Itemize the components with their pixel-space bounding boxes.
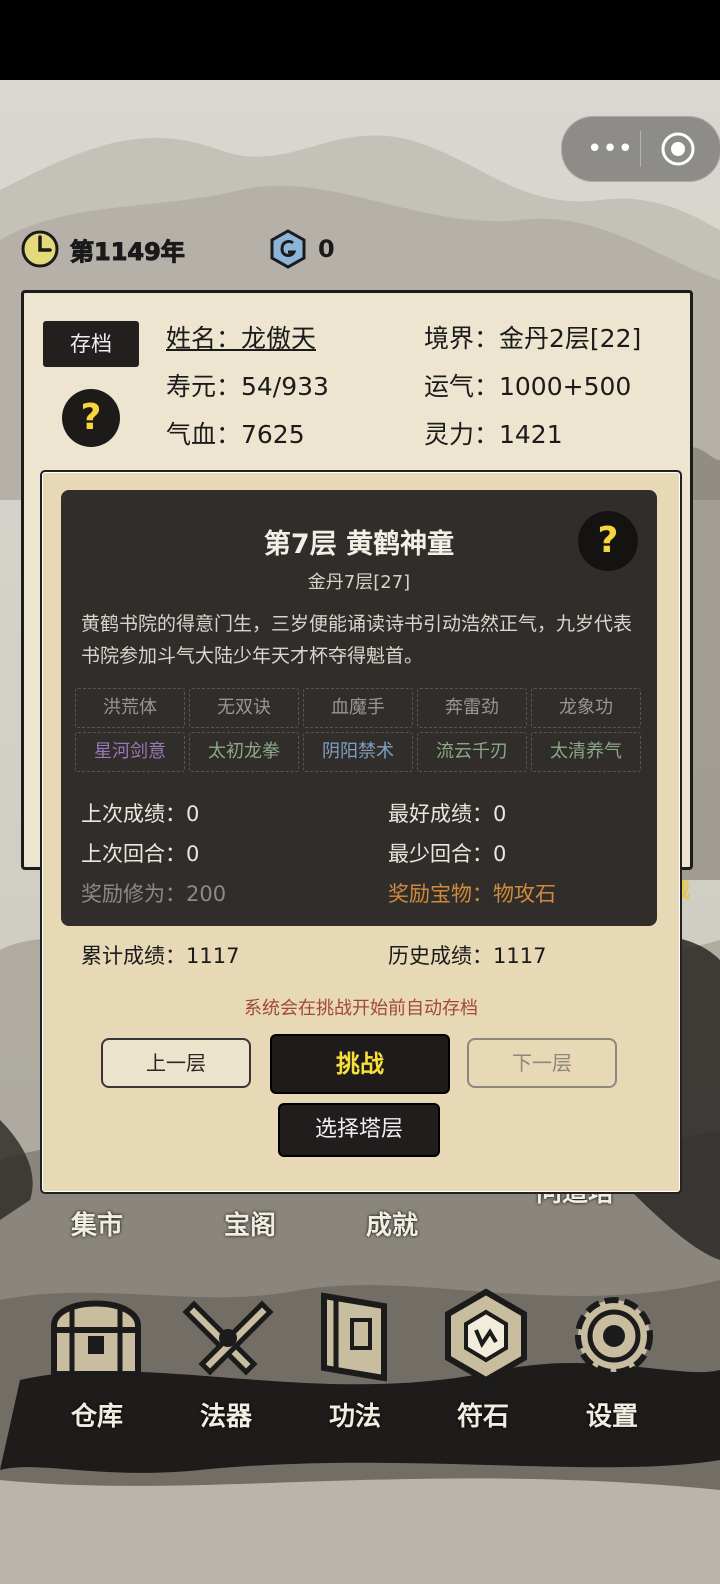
miniprogram-capsule: ••• — [561, 116, 720, 182]
floor-info-panel: 第7层 黄鹤神童 金丹7层[27] ? 黄鹤书院的得意门生，三岁便能诵读诗书引动… — [61, 490, 657, 926]
skill-tag[interactable]: 流云千刃 — [417, 732, 527, 772]
character-name[interactable]: 姓名：龙傲天 — [166, 319, 316, 355]
floor-title: 第7层 黄鹤神童 — [263, 529, 455, 560]
floor-description: 黄鹤书院的得意门生，三岁便能诵读诗书引动浩然正气，九岁代表书院参加斗气大陆少年天… — [81, 613, 633, 667]
nav-artifacts[interactable]: 法器 — [200, 1396, 252, 1433]
hp-stat: 气血：7625 — [166, 420, 305, 449]
save-button[interactable]: 存档 — [43, 321, 139, 367]
luck-stat: 运气：1000+500 — [424, 372, 632, 401]
settings-gear-icon[interactable] — [562, 1286, 666, 1386]
tower-challenge-dialog: 第7层 黄鹤神童 金丹7层[27] ? 黄鹤书院的得意门生，三岁便能诵读诗书引动… — [40, 470, 682, 1194]
reward-cultivation: 奖励修为：200 — [81, 882, 227, 906]
year-text: 第1149年 — [70, 237, 186, 266]
warehouse-chest-icon[interactable] — [44, 1286, 148, 1386]
skill-tag[interactable]: 阴阳禁术 — [303, 732, 413, 772]
close-miniprogram-icon[interactable] — [660, 131, 696, 167]
history-score: 历史成绩：1117 — [388, 944, 547, 968]
skill-tag[interactable]: 血魔手 — [303, 688, 413, 728]
last-score: 上次成绩：0 — [81, 802, 200, 826]
more-menu-button[interactable]: ••• — [582, 135, 638, 163]
challenge-button[interactable]: 挑战 — [270, 1034, 450, 1094]
clock-icon — [21, 230, 59, 268]
nav-market[interactable]: 集市 — [71, 1205, 123, 1242]
skill-tag[interactable]: 龙象功 — [531, 688, 641, 728]
artifact-swords-icon[interactable] — [176, 1286, 280, 1386]
last-rounds: 上次回合：0 — [81, 842, 200, 866]
skill-tag[interactable]: 太初龙拳 — [189, 732, 299, 772]
skill-tag[interactable]: 星河剑意 — [75, 732, 185, 772]
auto-save-notice: 系统会在挑战开始前自动存档 — [244, 998, 478, 1019]
capsule-divider — [640, 131, 641, 167]
skill-tag[interactable]: 太清养气 — [531, 732, 641, 772]
game-screen: ••• 第1149年 0 存档 ? 姓名：龙傲天 境界：金丹2层[22] 寿元：… — [0, 0, 720, 1584]
nav-techniques[interactable]: 功法 — [329, 1396, 381, 1433]
nav-achievements[interactable]: 成就 — [366, 1205, 418, 1242]
select-floor-button[interactable]: 选择塔层 — [278, 1103, 440, 1157]
nav-settings[interactable]: 设置 — [586, 1396, 638, 1433]
nav-warehouse[interactable]: 仓库 — [71, 1396, 123, 1433]
floor-realm: 金丹7层[27] — [307, 572, 411, 593]
next-floor-button[interactable]: 下一层 — [467, 1038, 617, 1088]
skill-tag[interactable]: 奔雷劲 — [417, 688, 527, 728]
floor-help-icon[interactable]: ? — [578, 511, 638, 571]
gem-count: 0 — [318, 235, 335, 263]
skill-tag[interactable]: 洪荒体 — [75, 688, 185, 728]
previous-floor-button[interactable]: 上一层 — [101, 1038, 251, 1088]
game-year-display: 第1149年 — [20, 229, 185, 269]
min-rounds: 最少回合：0 — [388, 842, 507, 866]
reward-treasure: 奖励宝物：物攻石 — [388, 882, 556, 906]
gem-count-display: 0 — [268, 229, 335, 269]
total-score: 累计成绩：1117 — [81, 944, 240, 968]
status-bar — [0, 0, 720, 80]
technique-book-icon[interactable] — [304, 1286, 408, 1386]
rune-stone-icon[interactable] — [434, 1286, 538, 1386]
gem-icon — [270, 229, 306, 269]
skill-tag[interactable]: 无双诀 — [189, 688, 299, 728]
nav-runes[interactable]: 符石 — [457, 1396, 509, 1433]
realm-stat: 境界：金丹2层[22] — [424, 324, 642, 353]
lifespan-stat: 寿元：54/933 — [166, 372, 329, 401]
help-icon[interactable]: ? — [62, 389, 120, 447]
nav-treasure-pavilion[interactable]: 宝阁 — [224, 1205, 276, 1242]
spirit-stat: 灵力：1421 — [424, 420, 563, 449]
best-score: 最好成绩：0 — [388, 802, 507, 826]
